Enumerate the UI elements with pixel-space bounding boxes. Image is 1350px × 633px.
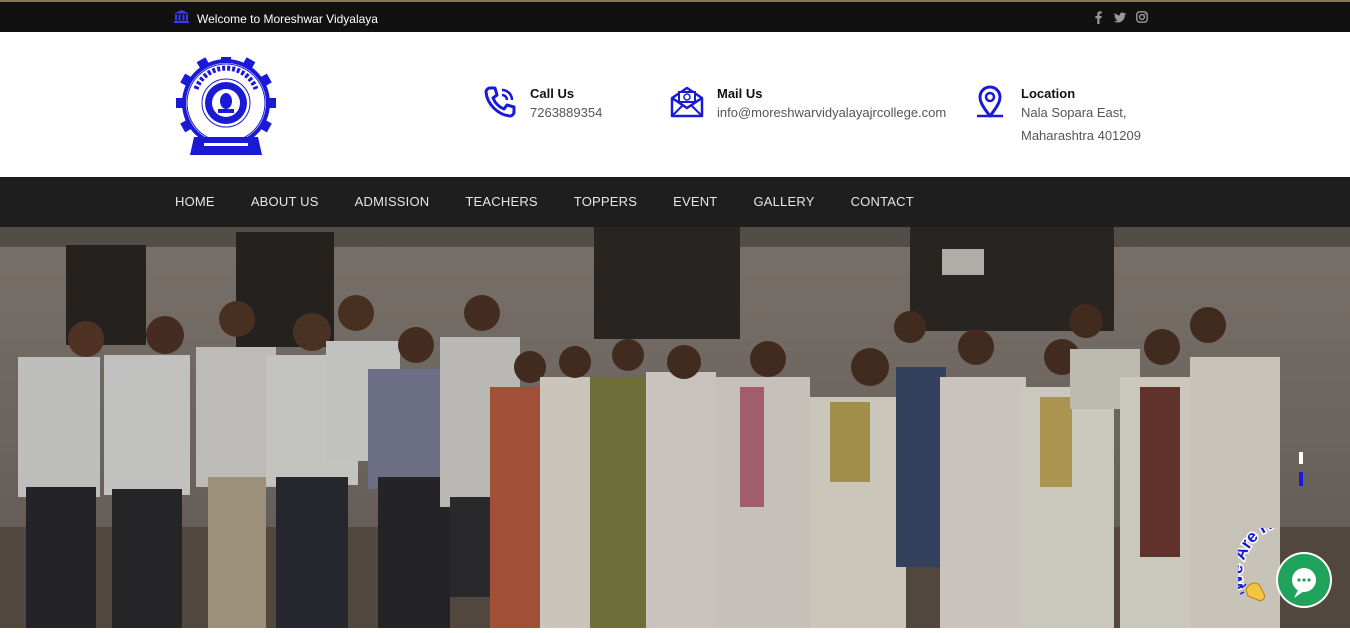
instagram-icon[interactable] [1136,10,1148,24]
welcome-message: Welcome to Moreshwar Vidyalaya [174,10,378,28]
main-navigation: HOME ABOUT US ADMISSION TEACHERS TOPPERS… [0,177,1350,227]
mail-info: Mail Us info@moreshwarvidyalayajrcollege… [669,84,946,124]
nav-item-contact[interactable]: CONTACT [851,177,914,227]
facebook-icon[interactable] [1092,10,1104,24]
nav-item-about-us[interactable]: ABOUT US [251,177,319,227]
nav-item-admission[interactable]: ADMISSION [355,177,430,227]
hero-slider [0,227,1350,628]
top-bar: Welcome to Moreshwar Vidyalaya [0,0,1350,32]
call-title: Call Us [530,86,575,101]
slide-indicator-1[interactable] [1299,452,1303,464]
school-icon [174,10,189,28]
location-line-1: Nala Sopara East, [1021,105,1127,120]
location-line-2: Maharashtra 401209 [1021,128,1141,143]
location-info: Location Nala Sopara East, Maharashtra 4… [973,84,1141,147]
welcome-text: Welcome to Moreshwar Vidyalaya [197,12,378,26]
call-info: Call Us 7263889354 [482,84,602,124]
chat-widget[interactable]: We Are Here! [1225,507,1348,628]
location-pin-icon [973,84,1009,120]
nav-item-home[interactable]: HOME [175,177,215,227]
slide-indicator-2[interactable] [1299,472,1303,486]
twitter-icon[interactable] [1114,10,1126,24]
location-title: Location [1021,86,1076,101]
site-header: Call Us 7263889354 Mail Us info@moreshwa… [0,32,1350,177]
nav-item-event[interactable]: EVENT [673,177,717,227]
email-address[interactable]: info@moreshwarvidyalayajrcollege.com [717,101,946,124]
social-links [1092,10,1148,24]
nav-item-teachers[interactable]: TEACHERS [465,177,537,227]
waving-hand-icon [1239,582,1265,601]
nav-item-gallery[interactable]: GALLERY [753,177,814,227]
staff-group-photo [0,227,1350,628]
slider-indicators [1299,452,1304,486]
mail-icon [669,84,705,120]
mail-title: Mail Us [717,86,763,101]
school-logo[interactable] [174,53,278,157]
phone-icon [482,84,518,120]
phone-number[interactable]: 7263889354 [530,101,602,124]
nav-item-toppers[interactable]: TOPPERS [574,177,637,227]
